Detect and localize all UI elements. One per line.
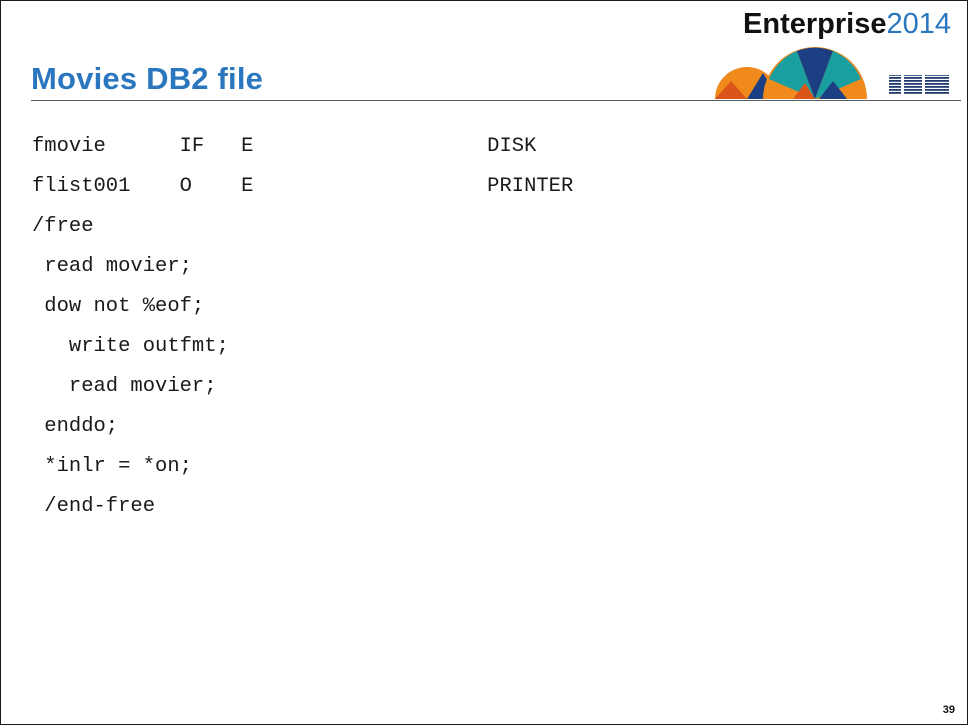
code-line: *inlr = *on; (32, 455, 192, 478)
code-line: /free (32, 215, 94, 238)
brand-wordmark: Enterprise2014 (743, 10, 951, 39)
brand-year: 2014 (886, 8, 951, 40)
code-line: /end-free (32, 495, 156, 518)
ibm-logo-icon (889, 75, 949, 94)
code-line: enddo; (32, 415, 119, 438)
slide-title: Movies DB2 file (31, 61, 264, 96)
brand-name: Enterprise (743, 8, 887, 40)
code-line: flist001 O E PRINTER (32, 175, 574, 198)
code-line: read movier; (32, 255, 192, 278)
slide: Enterprise2014 Movies DB2 file fmovie IF… (0, 0, 968, 725)
code-line: dow not %eof; (32, 295, 205, 318)
page-number: 39 (942, 704, 955, 716)
code-line: write outfmt; (32, 335, 229, 358)
title-divider (31, 100, 961, 101)
code-listing: fmovie IF E DISK flist001 O E PRINTER /f… (32, 127, 573, 527)
code-line: fmovie IF E DISK (32, 135, 537, 158)
code-line: read movier; (32, 375, 217, 398)
enterprise-sunburst-icon (715, 47, 867, 99)
